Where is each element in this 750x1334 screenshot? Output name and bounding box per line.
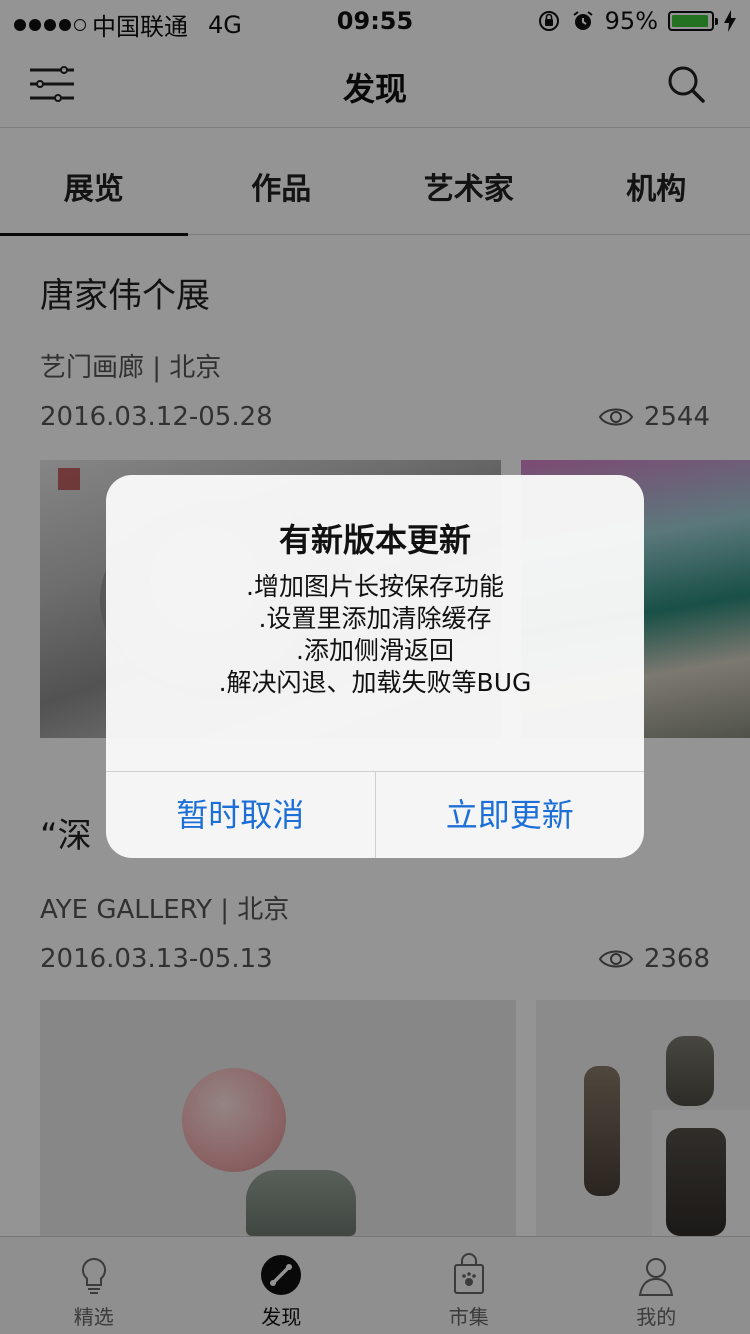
- update-alert-dialog: 有新版本更新 .增加图片长按保存功能 .设置里添加清除缓存 .添加侧滑返回 .解…: [106, 475, 644, 858]
- alert-buttons: 暂时取消 立即更新: [106, 771, 644, 858]
- cancel-button[interactable]: 暂时取消: [106, 772, 375, 858]
- alert-message: .增加图片长按保存功能 .设置里添加清除缓存 .添加侧滑返回 .解决闪退、加载失…: [106, 571, 644, 699]
- alert-line: .增加图片长按保存功能: [246, 572, 504, 601]
- alert-title: 有新版本更新: [278, 521, 471, 559]
- update-now-button[interactable]: 立即更新: [374, 772, 645, 858]
- alert-line: .解决闪退、加载失败等BUG: [218, 668, 532, 697]
- alert-line: .添加侧滑返回: [296, 636, 454, 665]
- alert-line: .设置里添加清除缓存: [258, 604, 492, 633]
